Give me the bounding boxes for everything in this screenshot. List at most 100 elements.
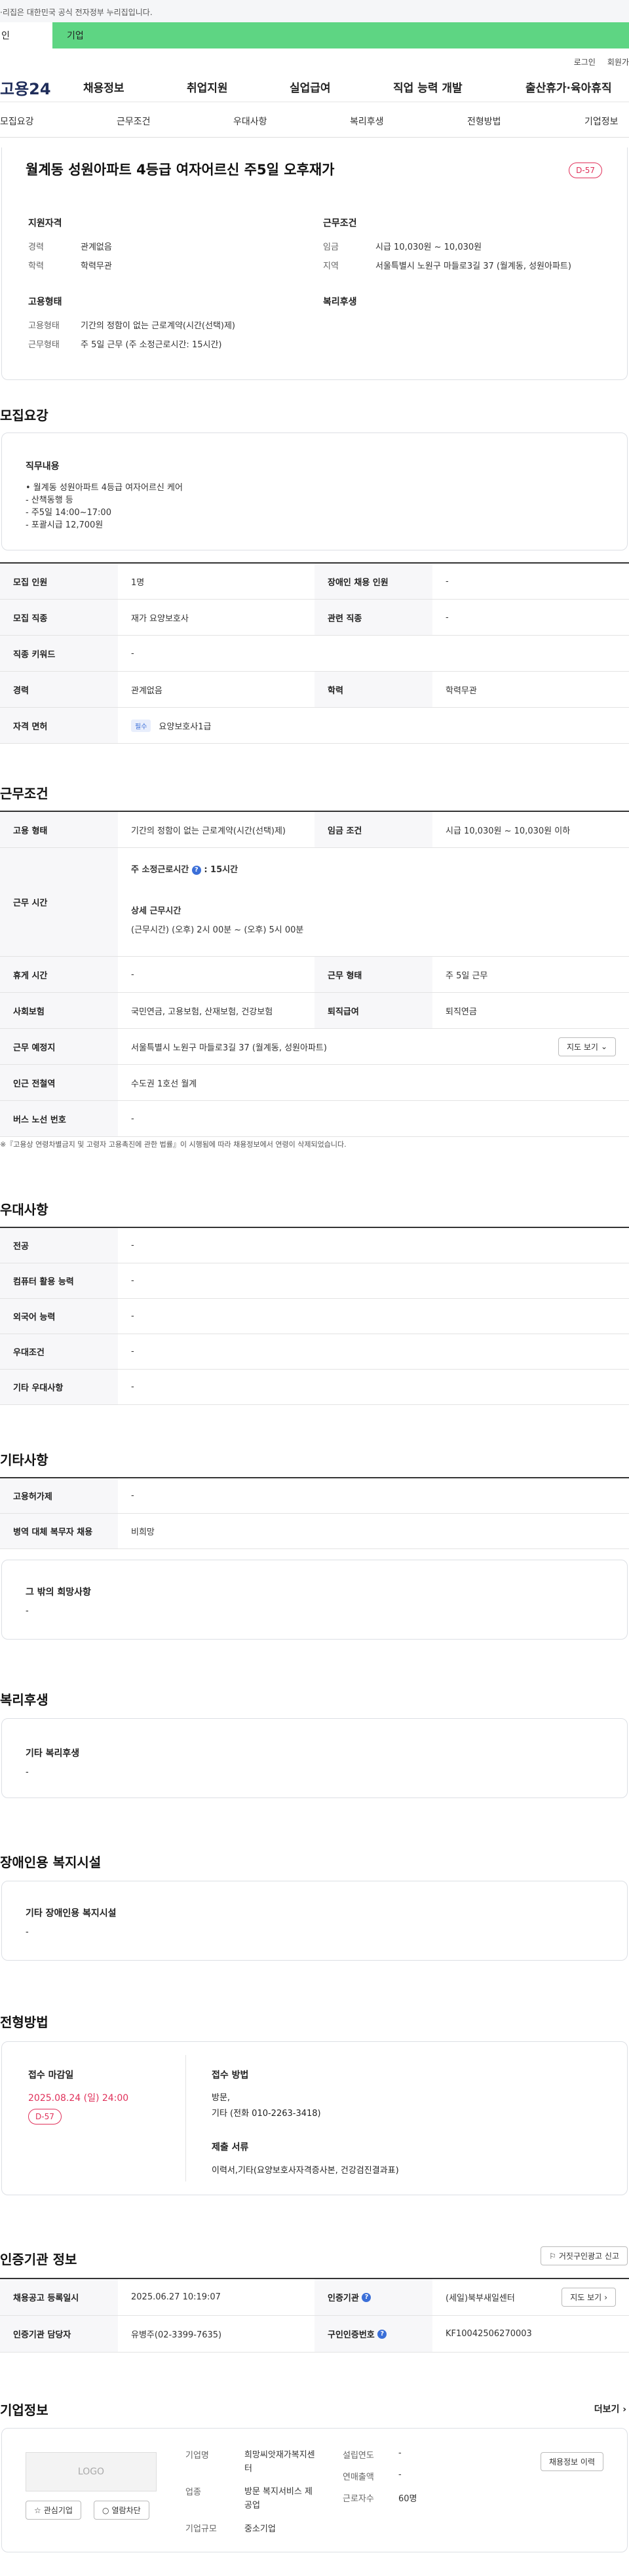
cond-list: 임금 시급 10,030원 ~ 10,030원 지역 서울특별시 노원구 마들로3길…	[323, 240, 571, 271]
company-more-link[interactable]: 더보기 ›	[594, 2402, 626, 2415]
qual-label: 학력	[28, 261, 44, 271]
hiring-history-button[interactable]: 채용정보 이력	[540, 2452, 603, 2471]
row-key: 버스 노선 번호	[0, 1101, 118, 1136]
subnav-preferences[interactable]: 우대사항	[233, 115, 267, 128]
company-key: 기업규모	[185, 2524, 217, 2534]
table-row: 모집 인원 1명 장애인 채용 인원 -	[0, 564, 629, 600]
company-col1: 기업명 희망씨앗재가복지센터 업종 방문 복지서비스 제공업 기업규모 중소기업	[185, 2448, 316, 2534]
subnav-welfare[interactable]: 복리후생	[350, 115, 384, 128]
tab-personal[interactable]: 인	[0, 22, 52, 48]
method-lines: 방문, 기타 (전화 010-2263-3418)	[212, 2090, 321, 2122]
row-value: 퇴직연금	[446, 1007, 477, 1017]
duty-line: - 산책동행 등	[26, 495, 73, 505]
company-sales: -	[398, 2470, 402, 2480]
site-logo[interactable]: 고용24	[0, 76, 79, 99]
docs-value: 이력서,기타(요양보호사자격증사본, 건강검진결과표)	[212, 2166, 399, 2176]
table-row: 기타 우대사항 -	[0, 1370, 629, 1405]
process-card: 접수 마감일 2025.08.24 (일) 24:00 D-57 접수 방법 방…	[1, 2041, 628, 2195]
gnb-vocational-training[interactable]: 직업 능력 개발	[393, 79, 463, 95]
company-name: 희망씨앗재가복지센터	[244, 2450, 315, 2474]
company-col2: 설립연도 - 연매출액 - 근로자수 60명	[343, 2448, 417, 2504]
emp-value: 기간의 정함이 없는 근로계약(시간(선택)제)	[81, 321, 236, 331]
row-key: 채용공고 등록일시	[0, 2279, 118, 2315]
subnav-work-conditions[interactable]: 근무조건	[117, 115, 151, 128]
table-row: 근무 예정지 서울특별시 노원구 마들로3길 37 (월계동, 성원아파트) 지…	[0, 1029, 629, 1065]
work-table: 고용 형태 기간의 정함이 없는 근로계약(시간(선택)제) 임금 조건 시급 …	[0, 811, 629, 1137]
method-heading: 접수 방법	[212, 2070, 249, 2081]
process-divider	[185, 2055, 186, 2182]
qual-heading: 지원자격	[28, 218, 62, 229]
favorite-label: 관심기업	[43, 2506, 73, 2515]
row-key: 장애인 채용 인원	[314, 564, 432, 599]
disabled-heading: 기타 장애인용 복지시설	[26, 1908, 117, 1919]
page: ·리집은 대한민국 공식 전자정부 누리집입니다. 인 기업 로그인 회원가 고…	[0, 0, 629, 2576]
gov-banner-text: ·리집은 대한민국 공식 전자정부 누리집입니다.	[0, 8, 153, 17]
detail-hours-heading: 상세 근무시간	[131, 906, 181, 916]
block-label: 열람차단	[111, 2506, 141, 2515]
favorite-company-button[interactable]: ☆ 관심기업	[26, 2501, 81, 2520]
gov-banner: ·리집은 대한민국 공식 전자정부 누리집입니다.	[0, 0, 629, 22]
gnb-unemployment-benefit[interactable]: 실업급여	[290, 79, 331, 95]
info-icon[interactable]: ?	[191, 865, 201, 875]
table-row: 자격 면허 필수 요양보호사1급	[0, 708, 629, 744]
tab-corporate[interactable]: 기업	[52, 22, 629, 48]
row-key: 전공	[0, 1228, 118, 1263]
sub-nav: 모집요강 근무조건 우대사항 복리후생 전형방법 기업정보	[0, 102, 629, 138]
emp-heading: 고용형태	[28, 297, 62, 307]
row-value: -	[131, 969, 134, 980]
deadline-heading: 접수 마감일	[28, 2070, 74, 2081]
row-key: 모집 직종	[0, 600, 118, 635]
welfare-card: 기타 복리후생 -	[1, 1718, 628, 1798]
subnav-recruit[interactable]: 모집요강	[0, 115, 34, 128]
duty-line: - 포괄시급 12,700원	[26, 520, 104, 530]
company-key: 설립연도	[343, 2451, 374, 2461]
block-view-button[interactable]: ○ 열람차단	[94, 2501, 149, 2520]
row-key-no: 구인인증번호 ?	[314, 2316, 432, 2352]
report-button[interactable]: ⚐ 거짓구인광고 신고	[541, 2246, 628, 2265]
job-summary-card: 월계동 성원아파트 4등급 여자어르신 주5일 오후재가 D-57 지원자격 경…	[1, 147, 628, 380]
table-row: 외국어 능력 -	[0, 1299, 629, 1334]
welfare-value: -	[26, 1767, 29, 1777]
table-row: 채용공고 등록일시 2025.06.27 10:19:07 인증기관 ? (세일…	[0, 2279, 629, 2316]
info-icon[interactable]: ?	[377, 2329, 387, 2339]
signup-link[interactable]: 회원가	[607, 56, 629, 68]
row-value: -	[131, 1276, 134, 1286]
gnb-employment-support[interactable]: 취업지원	[187, 79, 228, 95]
duty-line: • 월계동 성원아파트 4등급 여자어르신 케어	[26, 483, 183, 493]
row-key: 인증기관 담당자	[0, 2316, 118, 2352]
gnb-jobs[interactable]: 채용정보	[83, 79, 124, 95]
table-row: 컴퓨터 활용 능력 -	[0, 1263, 629, 1299]
cond-heading: 근무조건	[323, 218, 357, 229]
util-links: 로그인 회원가	[0, 48, 629, 68]
table-row: 병역 대체 복무자 채용 비희망	[0, 1514, 629, 1549]
row-key: 학력	[314, 672, 432, 707]
table-row: 근무 시간 주 소정근로시간 ? : 15시간 상세 근무시간 (근무시간) (…	[0, 848, 629, 957]
gnb-parental-leave[interactable]: 출산휴가·육아휴직	[525, 79, 612, 95]
job-title: 월계동 성원아파트 4등급 여자어르신 주5일 오후재가	[26, 162, 335, 178]
company-section-title: 기업정보	[0, 2402, 48, 2418]
org-cell: (세일)북부새일센터 지도 보기 ›	[432, 2279, 629, 2315]
org-label: 인증기관	[328, 2294, 359, 2303]
company-employees: 60명	[398, 2494, 417, 2504]
welfare-heading: 기타 복리후생	[26, 1748, 80, 1759]
duty-lines: • 월계동 성원아파트 4등급 여자어르신 케어 - 산책동행 등 - 주5일 …	[26, 482, 183, 531]
row-value: 기간의 정함이 없는 근로계약(시간(선택)제)	[131, 826, 286, 836]
hope-value: -	[26, 1606, 29, 1616]
map-view-button[interactable]: 지도 보기 ⌄	[558, 1037, 616, 1056]
login-link[interactable]: 로그인	[574, 56, 596, 68]
cond-label: 임금	[323, 242, 339, 252]
subnav-company[interactable]: 기업정보	[584, 115, 619, 128]
report-icon: ⚐	[549, 2251, 556, 2261]
info-icon[interactable]: ?	[362, 2292, 372, 2302]
company-industry: 방문 복지서비스 제공업	[244, 2487, 313, 2510]
row-key: 근무 예정지	[0, 1029, 118, 1064]
table-row: 인근 전철역 수도권 1호선 월계	[0, 1065, 629, 1101]
subnav-process[interactable]: 전형방법	[467, 115, 501, 128]
table-row: 사회보험 국민연금, 고용보험, 산재보험, 건강보험 퇴직급여 퇴직연금	[0, 993, 629, 1029]
row-key-org: 인증기관 ?	[314, 2279, 432, 2315]
company-key: 연매출액	[343, 2472, 374, 2482]
cert-map-button[interactable]: 지도 보기 ›	[562, 2288, 616, 2307]
license-value: 요양보호사1급	[159, 721, 212, 732]
row-value: 시급 10,030원 ~ 10,030원 이하	[446, 826, 571, 836]
duty-card: 직무내용 • 월계동 성원아파트 4등급 여자어르신 케어 - 산책동행 등 -…	[1, 433, 628, 550]
